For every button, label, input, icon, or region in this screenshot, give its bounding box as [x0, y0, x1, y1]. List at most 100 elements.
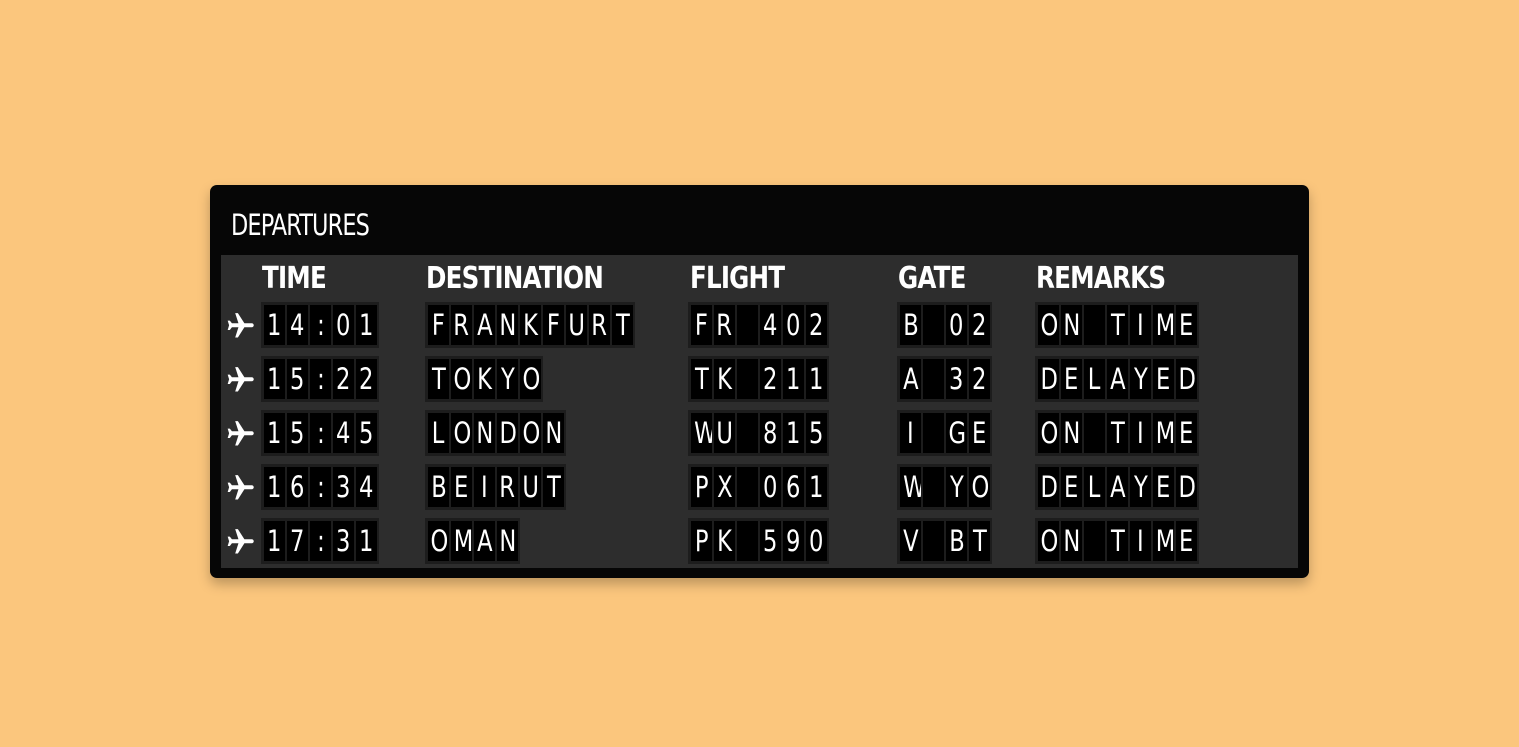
flap-char — [923, 305, 944, 345]
flap-char: A — [1107, 467, 1128, 507]
flap-char: F — [428, 305, 449, 345]
flap-char: D — [1176, 467, 1197, 507]
flap-char: R — [714, 305, 735, 345]
flap-remarks: ONTIME — [1035, 518, 1199, 564]
flap-char: 5 — [806, 413, 827, 453]
flap-flight: PK590 — [688, 518, 829, 564]
flap-gate: B02 — [897, 302, 992, 348]
flap-char: I — [1130, 305, 1151, 345]
flap-char: A — [474, 305, 495, 345]
flap-char: 2 — [969, 305, 990, 345]
flap-char: O — [451, 359, 472, 399]
flap-char: R — [589, 305, 610, 345]
flap-char: 5 — [287, 413, 308, 453]
flap-char: 1 — [264, 305, 285, 345]
flap-char: 1 — [783, 413, 804, 453]
flap-char — [923, 413, 944, 453]
flap-char: K — [520, 305, 541, 345]
flap-char: T — [1107, 413, 1128, 453]
flap-char: : — [310, 305, 331, 345]
flap-char — [923, 467, 944, 507]
flap-char: A — [474, 521, 495, 561]
flap-char: O — [428, 521, 449, 561]
flap-gate: VBT — [897, 518, 992, 564]
flap-char: D — [1038, 467, 1059, 507]
flap-char: 1 — [783, 359, 804, 399]
flap-char: N — [1061, 413, 1082, 453]
airplane-icon — [227, 421, 254, 446]
flap-char: T — [691, 359, 712, 399]
flap-char: A — [900, 359, 921, 399]
flap-char — [923, 521, 944, 561]
flap-char: I — [900, 413, 921, 453]
flap-char: E — [451, 467, 472, 507]
flap-remarks: ONTIME — [1035, 410, 1199, 456]
flap-char: Y — [497, 359, 518, 399]
flap-char: 2 — [333, 359, 354, 399]
flap-char: G — [946, 413, 967, 453]
flap-char: B — [900, 305, 921, 345]
flap-char: 1 — [356, 521, 377, 561]
flap-char: E — [1061, 467, 1082, 507]
flap-char: 0 — [806, 521, 827, 561]
flap-time: 16:34 — [261, 464, 379, 510]
flap-char: R — [497, 467, 518, 507]
flap-char — [1084, 521, 1105, 561]
flap-char: N — [497, 305, 518, 345]
flap-char: T — [612, 305, 633, 345]
flap-char: K — [714, 359, 735, 399]
flap-flight: FR402 — [688, 302, 829, 348]
flap-char: E — [1061, 359, 1082, 399]
flap-char: N — [543, 413, 564, 453]
flap-char: : — [310, 521, 331, 561]
flap-char — [1084, 305, 1105, 345]
flap-char: T — [1107, 305, 1128, 345]
table-row: 15:22TOKYOTK211A32DELAYED — [221, 356, 1298, 402]
flap-char: O — [451, 413, 472, 453]
flap-char: 3 — [333, 521, 354, 561]
flap-char: 0 — [333, 305, 354, 345]
flap-char: F — [691, 305, 712, 345]
flap-char: 1 — [356, 305, 377, 345]
airplane-icon — [227, 313, 254, 338]
flap-char: K — [474, 359, 495, 399]
flap-char: 0 — [760, 467, 781, 507]
flap-char: R — [451, 305, 472, 345]
flap-char: N — [474, 413, 495, 453]
flap-gate: WYO — [897, 464, 992, 510]
header-remarks: REMARKS — [1036, 261, 1166, 296]
flap-char: U — [566, 305, 587, 345]
flap-char: I — [1130, 521, 1151, 561]
flap-char: D — [1038, 359, 1059, 399]
flap-char: M — [1153, 305, 1174, 345]
board-title: DEPARTURES — [231, 208, 370, 242]
flap-char: E — [1153, 467, 1174, 507]
flap-remarks: DELAYED — [1035, 464, 1199, 510]
flap-char: 7 — [287, 521, 308, 561]
flap-char: : — [310, 359, 331, 399]
departures-board: DEPARTURES TIME DESTINATION FLIGHT GATE … — [210, 185, 1309, 578]
airplane-icon — [227, 367, 254, 392]
flap-destination: LONDON — [425, 410, 566, 456]
flap-char: B — [428, 467, 449, 507]
airplane-icon — [227, 475, 254, 500]
flap-char: O — [1038, 305, 1059, 345]
flap-char: 0 — [946, 305, 967, 345]
flap-char: X — [714, 467, 735, 507]
flap-char: L — [1084, 359, 1105, 399]
flap-char: : — [310, 467, 331, 507]
flap-char: O — [520, 413, 541, 453]
flap-char: 2 — [806, 305, 827, 345]
flap-char: I — [1130, 413, 1151, 453]
flap-char — [737, 413, 758, 453]
header-time: TIME — [262, 261, 327, 296]
flap-char: 9 — [783, 521, 804, 561]
flap-char: E — [969, 413, 990, 453]
flap-char: 3 — [333, 467, 354, 507]
flap-char: K — [714, 521, 735, 561]
flap-char: 6 — [783, 467, 804, 507]
flap-destination: TOKYO — [425, 356, 543, 402]
flap-char: L — [428, 413, 449, 453]
flap-char: E — [1176, 305, 1197, 345]
flap-char: 0 — [783, 305, 804, 345]
